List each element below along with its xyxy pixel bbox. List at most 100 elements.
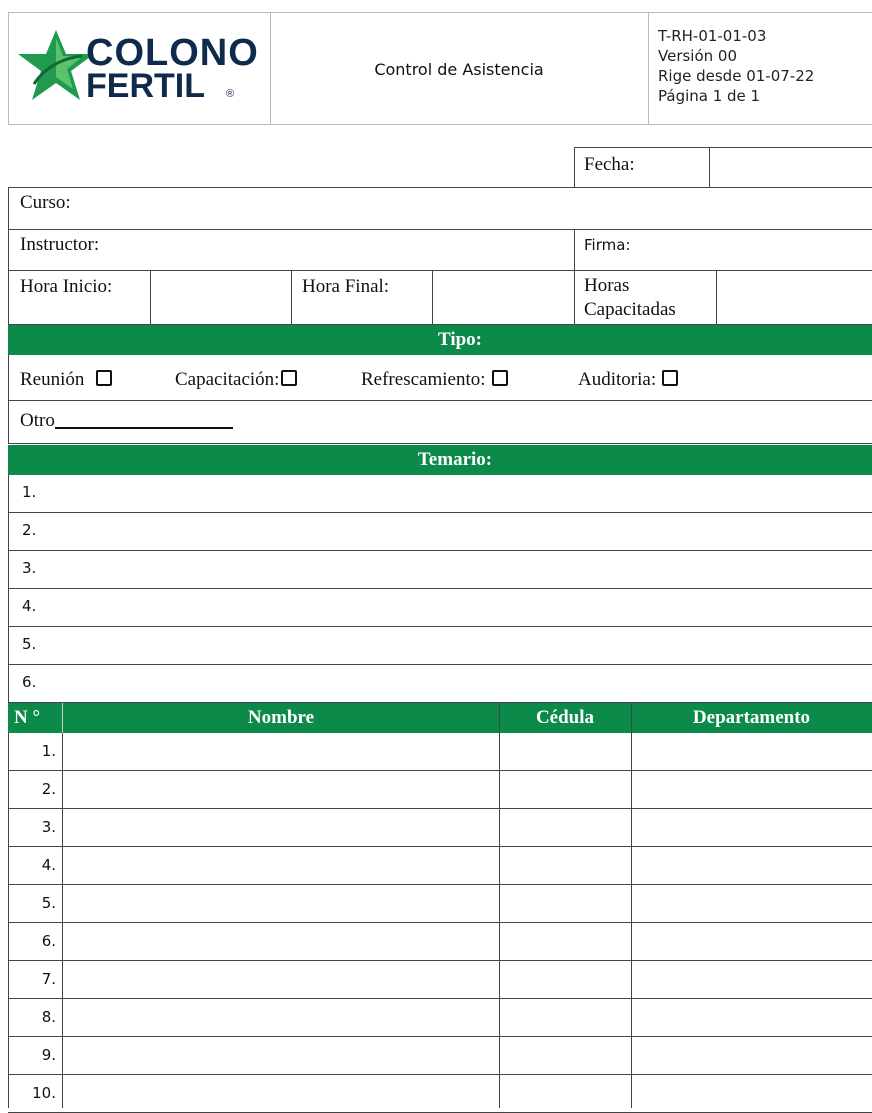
departamento-cell[interactable] [632, 847, 872, 884]
nombre-cell[interactable] [63, 1075, 499, 1112]
fecha-field[interactable] [710, 148, 872, 186]
cedula-cell[interactable] [500, 771, 631, 808]
checkbox-icon[interactable] [281, 370, 298, 386]
checkbox-icon[interactable] [96, 370, 113, 386]
table-row: 2. [8, 771, 872, 809]
company-logo: COLONO FERTIL ® [16, 26, 266, 112]
temario-item[interactable]: 5. [8, 627, 872, 665]
row-number: 5. [41, 894, 56, 912]
row-number: 7. [41, 970, 56, 988]
temario-item-number: 2. [22, 521, 37, 539]
reunion-label: Reunión [20, 369, 85, 390]
hora-final-label: Hora Final: [302, 276, 390, 297]
table-row: 1. [8, 733, 872, 771]
tipo-option-reunion[interactable]: Reunión [20, 369, 113, 391]
curso-label: Curso: [20, 192, 71, 213]
nombre-cell[interactable] [63, 771, 499, 808]
table-row: 7. [8, 961, 872, 999]
checkbox-icon[interactable] [491, 370, 508, 386]
firma-label: Firma: [584, 236, 631, 254]
tipo-option-capacitacion[interactable]: Capacitación: [175, 369, 298, 391]
table-row: 10. [8, 1075, 872, 1113]
row-number: 2. [41, 780, 56, 798]
cedula-cell[interactable] [500, 809, 631, 846]
departamento-cell[interactable] [632, 999, 872, 1036]
cedula-cell[interactable] [500, 885, 631, 922]
instructor-label: Instructor: [20, 234, 100, 255]
tipo-option-auditoria[interactable]: Auditoria: [578, 369, 679, 391]
departamento-cell[interactable] [632, 923, 872, 960]
nombre-cell[interactable] [63, 961, 499, 998]
instructor-field[interactable] [130, 230, 570, 269]
temario-item[interactable]: 3. [8, 551, 872, 589]
doc-version: Versión 00 [658, 47, 738, 65]
nombre-cell[interactable] [63, 809, 499, 846]
cedula-cell[interactable] [500, 1075, 631, 1112]
document-title: Control de Asistencia [374, 60, 544, 79]
row-number: 3. [41, 818, 56, 836]
hora-inicio-label: Hora Inicio: [20, 276, 113, 297]
nombre-cell[interactable] [63, 733, 499, 770]
hora-inicio-field[interactable] [151, 271, 290, 323]
departamento-cell[interactable] [632, 771, 872, 808]
table-row: 5. [8, 885, 872, 923]
nombre-cell[interactable] [63, 923, 499, 960]
nombre-cell[interactable] [63, 999, 499, 1036]
fecha-label: Fecha: [584, 154, 635, 175]
departamento-cell[interactable] [632, 885, 872, 922]
tipo-option-otro[interactable]: Otro [20, 410, 233, 432]
table-row: 9. [8, 1037, 872, 1075]
otro-label: Otro [20, 410, 55, 431]
checkbox-icon[interactable] [662, 370, 679, 386]
temario-item-number: 6. [22, 673, 37, 691]
cedula-cell[interactable] [500, 961, 631, 998]
table-row: 4. [8, 847, 872, 885]
doc-page: Página 1 de 1 [658, 87, 761, 105]
temario-item[interactable]: 6. [8, 665, 872, 703]
horas-capacitadas-field[interactable] [717, 271, 872, 323]
temario-item-number: 5. [22, 635, 37, 653]
horas-capacitadas-label: Horas Capacitadas [584, 274, 676, 322]
cedula-cell[interactable] [500, 999, 631, 1036]
temario-item[interactable]: 4. [8, 589, 872, 627]
table-row: 6. [8, 923, 872, 961]
row-number: 8. [41, 1008, 56, 1026]
attendance-header-row: N ° Nombre Cédula Departamento [8, 703, 872, 733]
firma-field[interactable] [650, 230, 872, 269]
row-number: 6. [41, 932, 56, 950]
col-header-number: N ° [14, 707, 41, 728]
nombre-cell[interactable] [63, 847, 499, 884]
col-header-cedula: Cédula [535, 707, 595, 728]
curso-field[interactable] [90, 188, 872, 228]
temario-item[interactable]: 1. [8, 475, 872, 513]
departamento-cell[interactable] [632, 1037, 872, 1074]
temario-header: Temario: [8, 445, 872, 475]
departamento-cell[interactable] [632, 961, 872, 998]
col-header-departamento: Departamento [692, 707, 811, 728]
cedula-cell[interactable] [500, 923, 631, 960]
departamento-cell[interactable] [632, 1075, 872, 1112]
nombre-cell[interactable] [63, 885, 499, 922]
row-number: 1. [41, 742, 56, 760]
cedula-cell[interactable] [500, 1037, 631, 1074]
col-header-nombre: Nombre [247, 707, 315, 728]
otro-blank-line[interactable] [54, 427, 233, 429]
logo-registered-mark: ® [226, 88, 235, 100]
row-number: 4. [41, 856, 56, 874]
document-meta: T-RH-01-01-03 Versión 00 Rige desde 01-0… [658, 26, 870, 106]
row-number: 9. [41, 1046, 56, 1064]
tipo-header: Tipo: [8, 325, 872, 355]
table-row: 3. [8, 809, 872, 847]
nombre-cell[interactable] [63, 1037, 499, 1074]
cedula-cell[interactable] [500, 733, 631, 770]
departamento-cell[interactable] [632, 733, 872, 770]
tipo-option-refrescamiento[interactable]: Refrescamiento: [361, 369, 508, 391]
departamento-cell[interactable] [632, 809, 872, 846]
hora-final-field[interactable] [433, 271, 573, 323]
doc-effective-date: Rige desde 01-07-22 [658, 67, 815, 85]
cedula-cell[interactable] [500, 847, 631, 884]
temario-item[interactable]: 2. [8, 513, 872, 551]
star-leaf-icon [18, 30, 94, 100]
horas-label-line1: Horas [584, 275, 630, 296]
temario-item-number: 3. [22, 559, 37, 577]
